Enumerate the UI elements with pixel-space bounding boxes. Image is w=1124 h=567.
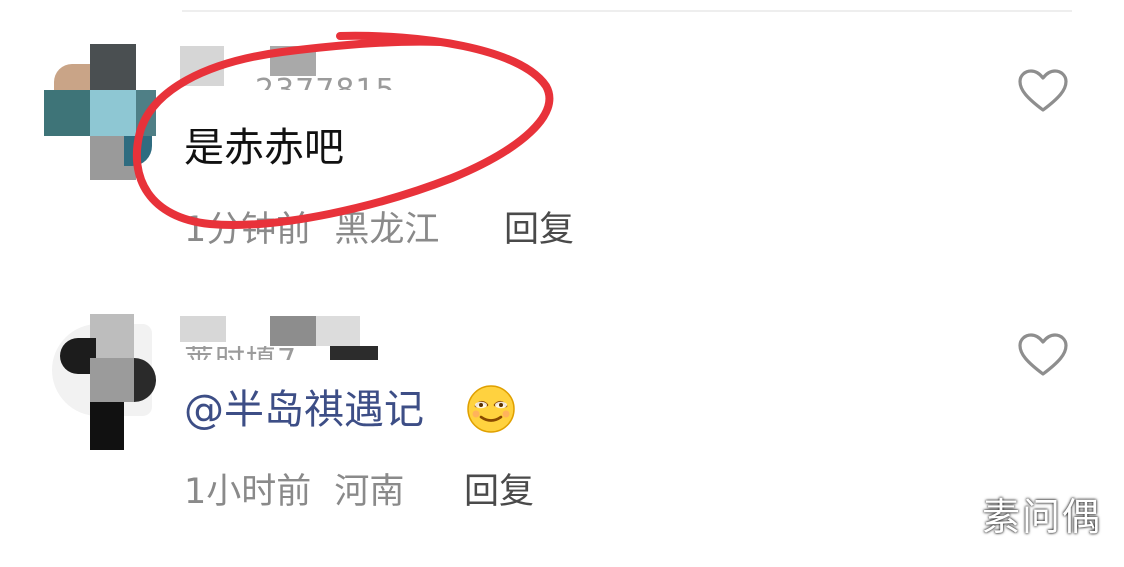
mention-link[interactable]: @半岛祺遇记: [184, 387, 424, 433]
username-mask: [270, 46, 316, 76]
username-mask: [316, 316, 360, 346]
username-partial: 莱时填7.: [184, 346, 308, 360]
comment-meta: 1分钟前 黑龙江 回复: [184, 210, 574, 250]
relieved-smile-emoji: [467, 385, 515, 433]
comment-time: 1小时前: [184, 472, 312, 512]
username-mask: [180, 316, 226, 342]
comment-location: 河南: [334, 472, 405, 512]
username-mask: [180, 46, 224, 86]
username-partial: —2377815: [224, 76, 396, 90]
heart-outline-icon[interactable]: [1017, 332, 1069, 378]
comment-time: 1分钟前: [184, 210, 312, 250]
heart-outline-icon[interactable]: [1017, 68, 1069, 114]
avatar[interactable]: [46, 314, 156, 454]
watermark: 素问偶: [981, 495, 1102, 539]
comment-text: @半岛祺遇记: [184, 386, 424, 434]
username-mask: [270, 316, 316, 346]
top-divider: [182, 10, 1072, 12]
avatar[interactable]: [44, 44, 156, 184]
comment-meta: 1小时前 河南 回复: [184, 472, 534, 512]
reply-button[interactable]: 回复: [464, 472, 534, 512]
annotation-circle: [132, 31, 554, 229]
username-mask: [330, 346, 378, 360]
comment-location: 黑龙江: [334, 210, 440, 250]
comment-text: 是赤赤吧: [184, 125, 344, 171]
reply-button[interactable]: 回复: [504, 210, 574, 250]
